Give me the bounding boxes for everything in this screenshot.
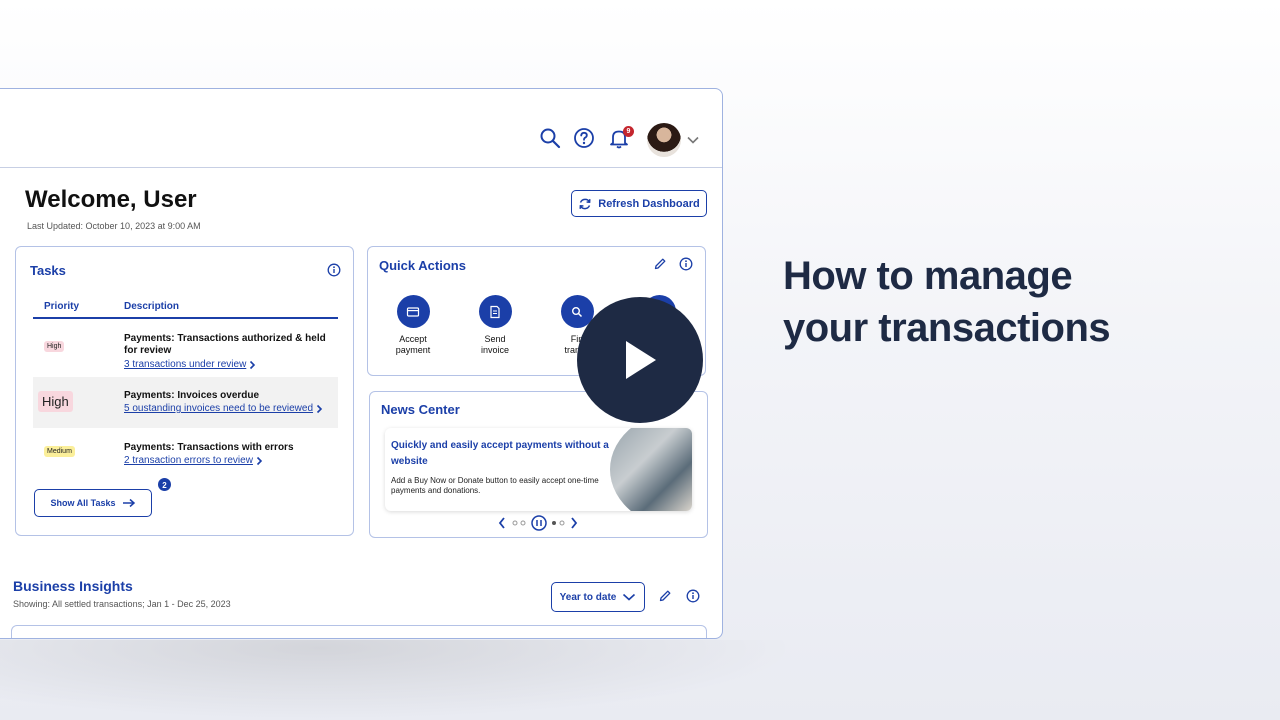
news-center-title: News Center: [381, 402, 460, 417]
chevron-down-icon: [623, 593, 636, 601]
task-link-label: 2 transaction errors to review: [124, 455, 253, 466]
task-link-label: 3 transactions under review: [124, 359, 247, 370]
accept-payment-label-1: Accept: [399, 334, 427, 344]
chevron-right-icon: [316, 404, 323, 413]
description-column-header: Description: [124, 301, 180, 312]
priority-column-header: Priority: [44, 301, 80, 312]
table-row: High Payments: Transactions authorized &…: [33, 321, 338, 377]
search-icon[interactable]: [539, 127, 561, 149]
priority-badge: High: [38, 391, 73, 412]
video-title-line-2: your transactions: [783, 306, 1111, 350]
date-range-select[interactable]: Year to date: [551, 582, 645, 612]
page-title: Welcome, User: [25, 186, 197, 213]
chevron-right-icon: [256, 456, 263, 465]
date-range-label: Year to date: [559, 591, 617, 603]
tasks-card: Tasks Priority Description High Payments…: [15, 246, 354, 536]
help-icon[interactable]: [573, 127, 595, 149]
news-headline: Quickly and easily accept payments witho…: [391, 440, 609, 467]
priority-badge: High: [44, 341, 65, 352]
task-link[interactable]: 3 transactions under review: [124, 359, 256, 370]
show-all-tasks-button[interactable]: Show All Tasks 2: [34, 477, 172, 517]
task-link-label: 5 oustanding invoices need to be reviewe…: [124, 403, 314, 414]
task-link[interactable]: 2 transaction errors to review: [124, 455, 263, 466]
info-icon[interactable]: [327, 263, 341, 277]
task-title: Payments: Transactions authorized & held…: [124, 333, 326, 356]
table-row: High Payments: Invoices overdue 5 oustan…: [33, 377, 338, 428]
notification-badge: 9: [623, 126, 634, 137]
table-row: Medium Payments: Transactions with error…: [33, 428, 338, 480]
news-article-card[interactable]: Quickly and easily accept payments witho…: [385, 428, 692, 511]
send-invoice-action[interactable]: Send invoice: [460, 295, 530, 356]
show-all-tasks-label: Show All Tasks: [50, 498, 116, 508]
task-title: Payments: Invoices overdue: [124, 390, 260, 401]
refresh-icon: [579, 198, 591, 209]
send-invoice-label-2: invoice: [480, 345, 509, 355]
info-icon[interactable]: [686, 589, 700, 603]
insights-filter-text: Showing: All settled transactions; Jan 1…: [13, 599, 231, 609]
refresh-dashboard-label: Refresh Dashboard: [598, 197, 700, 210]
business-insights-title: Business Insights: [13, 578, 133, 594]
video-title-line-1: How to manage: [783, 254, 1073, 298]
top-bar: 9: [0, 89, 722, 168]
card-icon: [396, 295, 430, 328]
news-image: [610, 428, 692, 511]
edit-icon[interactable]: [653, 257, 667, 271]
task-link[interactable]: 5 oustanding invoices need to be reviewe…: [124, 403, 323, 414]
send-invoice-label-1: Send: [484, 334, 506, 344]
last-updated-text: Last Updated: October 10, 2023 at 9:00 A…: [27, 221, 201, 231]
refresh-dashboard-button[interactable]: Refresh Dashboard: [571, 190, 707, 217]
backdrop-shadow: [0, 640, 800, 720]
avatar[interactable]: [647, 123, 681, 157]
accept-payment-label-2: payment: [395, 345, 431, 355]
chevron-right-icon: [250, 360, 256, 369]
tasks-title: Tasks: [30, 263, 66, 278]
play-icon: [626, 341, 656, 379]
carousel-controls[interactable]: [498, 515, 578, 531]
chevron-down-icon[interactable]: [686, 133, 700, 147]
business-insights-card: [11, 625, 707, 638]
news-body: Add a Buy Now or Donate button to easily…: [391, 476, 599, 495]
info-icon[interactable]: [679, 257, 693, 271]
table-header-divider: [33, 317, 338, 319]
invoice-icon: [478, 295, 512, 328]
priority-badge: Medium: [44, 446, 75, 457]
video-title: How to manage your transactions: [783, 250, 1203, 354]
play-video-button[interactable]: [577, 297, 703, 423]
quick-actions-title: Quick Actions: [379, 258, 466, 273]
tasks-count-badge: 2: [157, 477, 172, 492]
arrow-right-icon: [122, 498, 135, 508]
task-title: Payments: Transactions with errors: [124, 442, 294, 453]
edit-icon[interactable]: [658, 589, 672, 603]
accept-payment-action[interactable]: Accept payment: [378, 295, 448, 356]
